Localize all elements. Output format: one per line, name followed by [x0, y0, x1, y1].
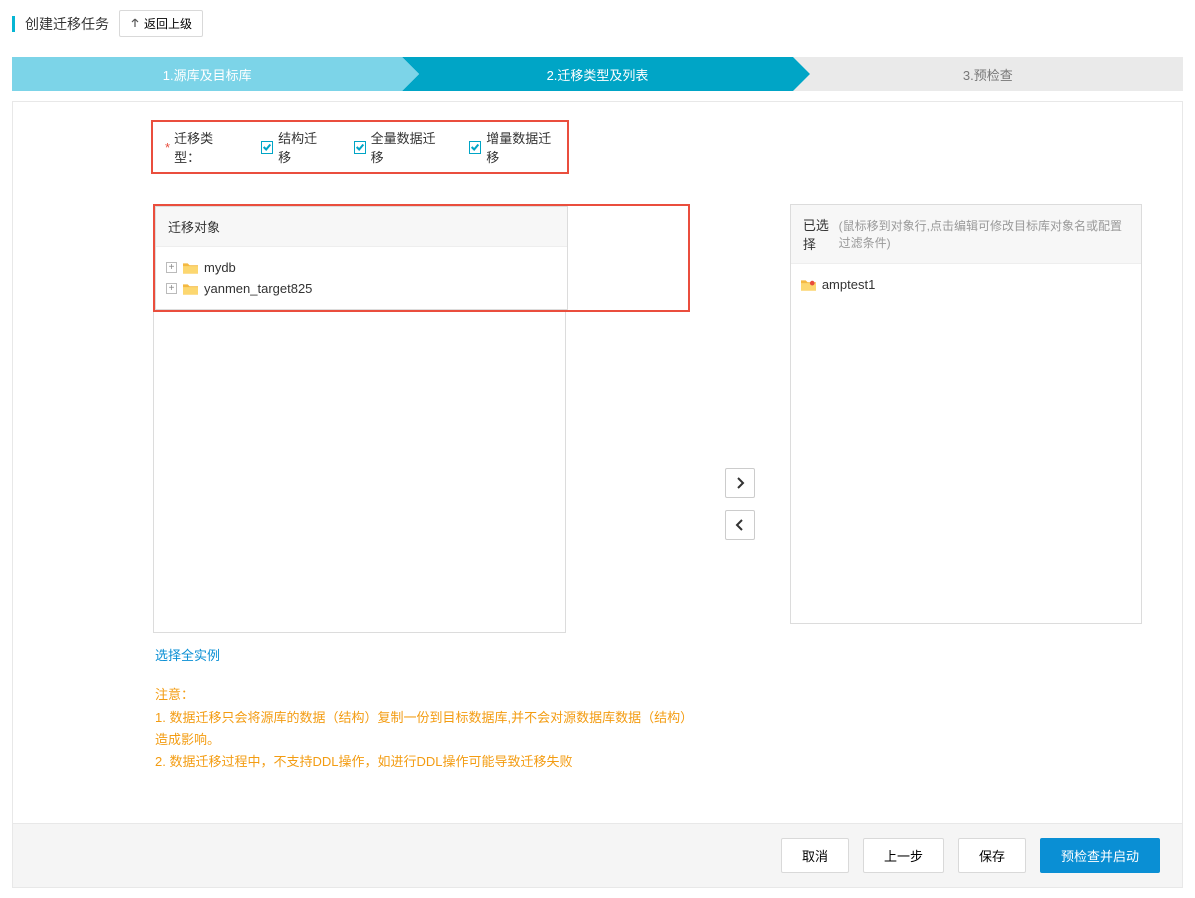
select-all-link[interactable]: 选择全实例: [153, 633, 690, 664]
back-button[interactable]: 返回上级: [119, 10, 203, 37]
step-type-list[interactable]: 2.迁移类型及列表: [402, 57, 792, 91]
selected-panel-hint: (鼠标移到对象行,点击编辑可修改目标库对象名或配置过滤条件): [839, 217, 1129, 251]
tree-item-mydb[interactable]: + mydb: [166, 257, 557, 278]
tree-item-label: mydb: [204, 260, 236, 275]
move-right-button[interactable]: [725, 468, 755, 498]
source-panel: 迁移对象 + mydb +: [155, 206, 568, 310]
precheck-start-button[interactable]: 预检查并启动: [1040, 838, 1160, 873]
required-asterisk: *: [165, 140, 170, 155]
source-panel-body-ext: [154, 312, 565, 632]
transfer-row: 迁移对象 + mydb +: [13, 204, 1182, 823]
page-header: 创建迁移任务 返回上级: [0, 0, 1195, 47]
accent-bar: [12, 16, 15, 32]
checkbox-full-data[interactable]: 全量数据迁移: [354, 128, 440, 166]
checkbox-icon: [261, 141, 273, 154]
page-title: 创建迁移任务: [25, 14, 109, 34]
source-panel-head: 迁移对象: [156, 207, 567, 247]
note-title: 注意：: [155, 684, 688, 703]
cancel-button[interactable]: 取消: [781, 838, 849, 873]
notes: 注意： 1. 数据迁移只会将源库的数据（结构）复制一份到目标数据库,并不会对源数…: [153, 664, 690, 803]
note-line-2: 2. 数据迁移过程中，不支持DDL操作，如进行DDL操作可能导致迁移失败: [155, 751, 688, 773]
source-panel-highlight: 迁移对象 + mydb +: [153, 204, 690, 312]
transfer-arrows: [725, 204, 755, 803]
selected-item-label: amptest1: [822, 277, 875, 292]
selected-panel-head: 已选择 (鼠标移到对象行,点击编辑可修改目标库对象名或配置过滤条件): [791, 205, 1141, 264]
step-precheck[interactable]: 3.预检查: [793, 57, 1183, 91]
checkbox-structure[interactable]: 结构迁移: [261, 128, 323, 166]
checkbox-icon: [354, 141, 366, 154]
folder-icon: [801, 279, 816, 291]
selected-panel-body: amptest1: [791, 264, 1141, 634]
prev-button[interactable]: 上一步: [863, 838, 944, 873]
steps-bar: 1.源库及目标库 2.迁移类型及列表 3.预检查: [12, 57, 1183, 91]
tree-item-label: yanmen_target825: [204, 281, 312, 296]
footer-bar: 取消 上一步 保存 预检查并启动: [13, 823, 1182, 887]
back-arrow-icon: [130, 17, 140, 31]
tree-item-yanmen[interactable]: + yanmen_target825: [166, 278, 557, 299]
migration-type-label: * 迁移类型：: [165, 128, 231, 166]
source-panel-body: + mydb + yanmen_target825: [156, 247, 567, 309]
note-line-1: 1. 数据迁移只会将源库的数据（结构）复制一份到目标数据库,并不会对源数据库数据…: [155, 707, 688, 751]
expand-icon[interactable]: +: [166, 283, 177, 294]
checkbox-incremental[interactable]: 增量数据迁移: [469, 128, 555, 166]
save-button[interactable]: 保存: [958, 838, 1026, 873]
content-area: * 迁移类型： 结构迁移 全量数据迁移 增量数据迁移 迁移对象: [12, 101, 1183, 888]
selected-panel: 已选择 (鼠标移到对象行,点击编辑可修改目标库对象名或配置过滤条件) ampte…: [790, 204, 1142, 624]
source-panel-ext: [153, 312, 566, 633]
checkbox-icon: [469, 141, 481, 154]
step-source-target[interactable]: 1.源库及目标库: [12, 57, 402, 91]
folder-icon: [183, 262, 198, 274]
folder-icon: [183, 283, 198, 295]
back-label: 返回上级: [144, 15, 192, 32]
expand-icon[interactable]: +: [166, 262, 177, 273]
selected-item-amptest1[interactable]: amptest1: [801, 274, 1131, 295]
move-left-button[interactable]: [725, 510, 755, 540]
migration-type-row: * 迁移类型： 结构迁移 全量数据迁移 增量数据迁移: [151, 120, 569, 174]
